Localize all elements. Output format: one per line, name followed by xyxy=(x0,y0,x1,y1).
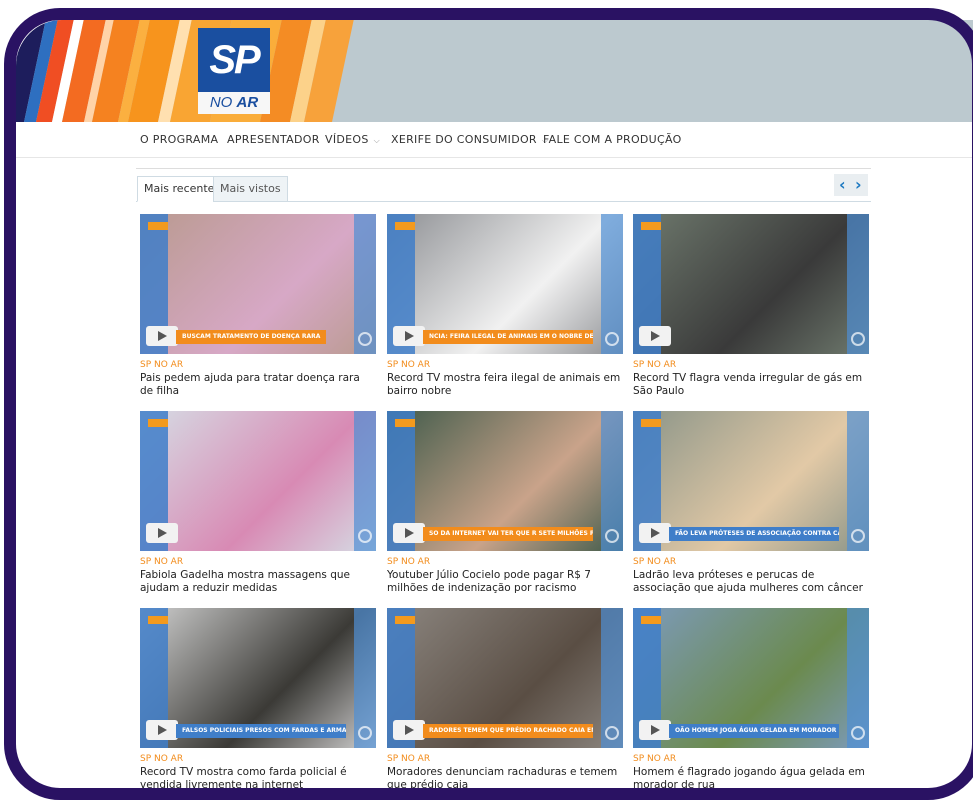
video-thumbnail[interactable]: FÃO LEVA PRÓTESES DE ASSOCIAÇÃO CONTRA C… xyxy=(633,411,869,551)
main-nav: O PROGRAMA APRESENTADOR VÍDEOS ⌵ XERIFE D… xyxy=(16,122,973,158)
play-icon[interactable] xyxy=(393,720,425,740)
play-icon[interactable] xyxy=(639,326,671,346)
video-title[interactable]: Pais pedem ajuda para tratar doença rara… xyxy=(140,372,376,398)
video-thumbnail[interactable]: RADORES TEMEM QUE PRÉDIO RACHADO CAIA EM… xyxy=(387,608,623,748)
nav-item-xerife-do-consumidor[interactable]: XERIFE DO CONSUMIDOR ⌵ xyxy=(391,133,548,146)
chevron-right-icon[interactable]: › xyxy=(855,175,862,194)
video-title[interactable]: Record TV flagra venda irregular de gás … xyxy=(633,372,869,398)
video-caption-overlay: FÃO LEVA PRÓTESES DE ASSOCIAÇÃO CONTRA C… xyxy=(669,527,839,541)
channel-badge xyxy=(148,616,168,624)
channel-badge xyxy=(395,616,415,624)
channel-badge xyxy=(641,222,661,230)
sp-no-ar-logo[interactable]: SP NO AR xyxy=(198,28,270,114)
tab-mais-vistos[interactable]: Mais vistos xyxy=(213,176,288,202)
video-title[interactable]: Ladrão leva próteses e perucas de associ… xyxy=(633,569,869,595)
logo-sp-text: SP xyxy=(198,28,270,92)
channel-badge xyxy=(641,419,661,427)
loading-icon xyxy=(851,529,865,543)
play-icon[interactable] xyxy=(146,720,178,740)
video-thumbnail[interactable]: FALSOS POLICIAIS PRESOS COM FARDAS E ARM… xyxy=(140,608,376,748)
video-caption-overlay: NCIA: FEIRA ILEGAL DE ANIMAIS EM O NOBRE… xyxy=(423,330,593,344)
channel-badge xyxy=(395,222,415,230)
loading-icon xyxy=(358,529,372,543)
video-thumbnail[interactable]: SO DA INTERNET VAI TER QUE R SETE MILHÕE… xyxy=(387,411,623,551)
play-icon[interactable] xyxy=(639,523,671,543)
loading-icon xyxy=(605,529,619,543)
video-title[interactable]: Moradores denunciam rachaduras e temem q… xyxy=(387,766,623,792)
nav-item-fale-com-a-producao[interactable]: FALE COM A PRODUÇÃO xyxy=(543,133,682,146)
video-thumbnail[interactable] xyxy=(140,411,376,551)
video-thumbnail[interactable]: BUSCAM TRATAMENTO DE DOENÇA RARA xyxy=(140,214,376,354)
video-program-tag[interactable]: SP NO AR xyxy=(633,360,676,370)
nav-item-videos[interactable]: VÍDEOS ⌵ xyxy=(325,133,380,146)
video-thumbnail[interactable]: NCIA: FEIRA ILEGAL DE ANIMAIS EM O NOBRE… xyxy=(387,214,623,354)
loading-icon xyxy=(851,726,865,740)
video-caption-overlay: BUSCAM TRATAMENTO DE DOENÇA RARA xyxy=(176,330,327,344)
loading-icon xyxy=(605,332,619,346)
nav-item-apresentador[interactable]: APRESENTADOR xyxy=(227,133,320,146)
header-banner: SP NO AR xyxy=(16,20,973,122)
play-icon[interactable] xyxy=(146,326,178,346)
video-caption-overlay: OÃO HOMEM JOGA ÁGUA GELADA EM MORADOR DE… xyxy=(669,724,839,738)
play-icon[interactable] xyxy=(146,523,178,543)
play-icon[interactable] xyxy=(393,326,425,346)
video-title[interactable]: Record TV mostra como farda policial é v… xyxy=(140,766,376,792)
loading-icon xyxy=(605,726,619,740)
video-thumbnail[interactable]: OÃO HOMEM JOGA ÁGUA GELADA EM MORADOR DE… xyxy=(633,608,869,748)
video-program-tag[interactable]: SP NO AR xyxy=(387,557,430,567)
channel-badge xyxy=(641,616,661,624)
video-program-tag[interactable]: SP NO AR xyxy=(140,754,183,764)
channel-badge xyxy=(148,419,168,427)
video-title[interactable]: Homem é flagrado jogando água gelada em … xyxy=(633,766,869,792)
video-caption-overlay: RADORES TEMEM QUE PRÉDIO RACHADO CAIA EM… xyxy=(423,724,593,738)
video-program-tag[interactable]: SP NO AR xyxy=(633,557,676,567)
video-program-tag[interactable]: SP NO AR xyxy=(387,360,430,370)
play-icon[interactable] xyxy=(639,720,671,740)
nav-item-o-programa[interactable]: O PROGRAMA xyxy=(140,133,218,146)
video-program-tag[interactable]: SP NO AR xyxy=(140,557,183,567)
video-program-tag[interactable]: SP NO AR xyxy=(140,360,183,370)
video-title[interactable]: Youtuber Júlio Cocielo pode pagar R$ 7 m… xyxy=(387,569,623,595)
channel-badge xyxy=(395,419,415,427)
chevron-down-icon: ⌵ xyxy=(373,136,381,145)
video-thumbnail[interactable] xyxy=(633,214,869,354)
loading-icon xyxy=(358,726,372,740)
video-caption-overlay: FALSOS POLICIAIS PRESOS COM FARDAS E ARM… xyxy=(176,724,346,738)
video-program-tag[interactable]: SP NO AR xyxy=(633,754,676,764)
video-program-tag[interactable]: SP NO AR xyxy=(387,754,430,764)
loading-icon xyxy=(851,332,865,346)
channel-badge xyxy=(148,222,168,230)
banner-stripes xyxy=(16,20,356,122)
loading-icon xyxy=(358,332,372,346)
video-title[interactable]: Record TV mostra feira ilegal de animais… xyxy=(387,372,623,398)
window-frame: SP NO AR O PROGRAMA APRESENTADOR VÍDEOS ⌵… xyxy=(0,0,973,800)
video-caption-overlay: SO DA INTERNET VAI TER QUE R SETE MILHÕE… xyxy=(423,527,593,541)
divider xyxy=(136,168,871,169)
chevron-left-icon[interactable]: ‹ xyxy=(839,175,846,194)
page-viewport: SP NO AR O PROGRAMA APRESENTADOR VÍDEOS ⌵… xyxy=(16,20,973,800)
play-icon[interactable] xyxy=(393,523,425,543)
video-title[interactable]: Fabiola Gadelha mostra massagens que aju… xyxy=(140,569,376,595)
logo-noar-text: NO AR xyxy=(198,92,270,114)
